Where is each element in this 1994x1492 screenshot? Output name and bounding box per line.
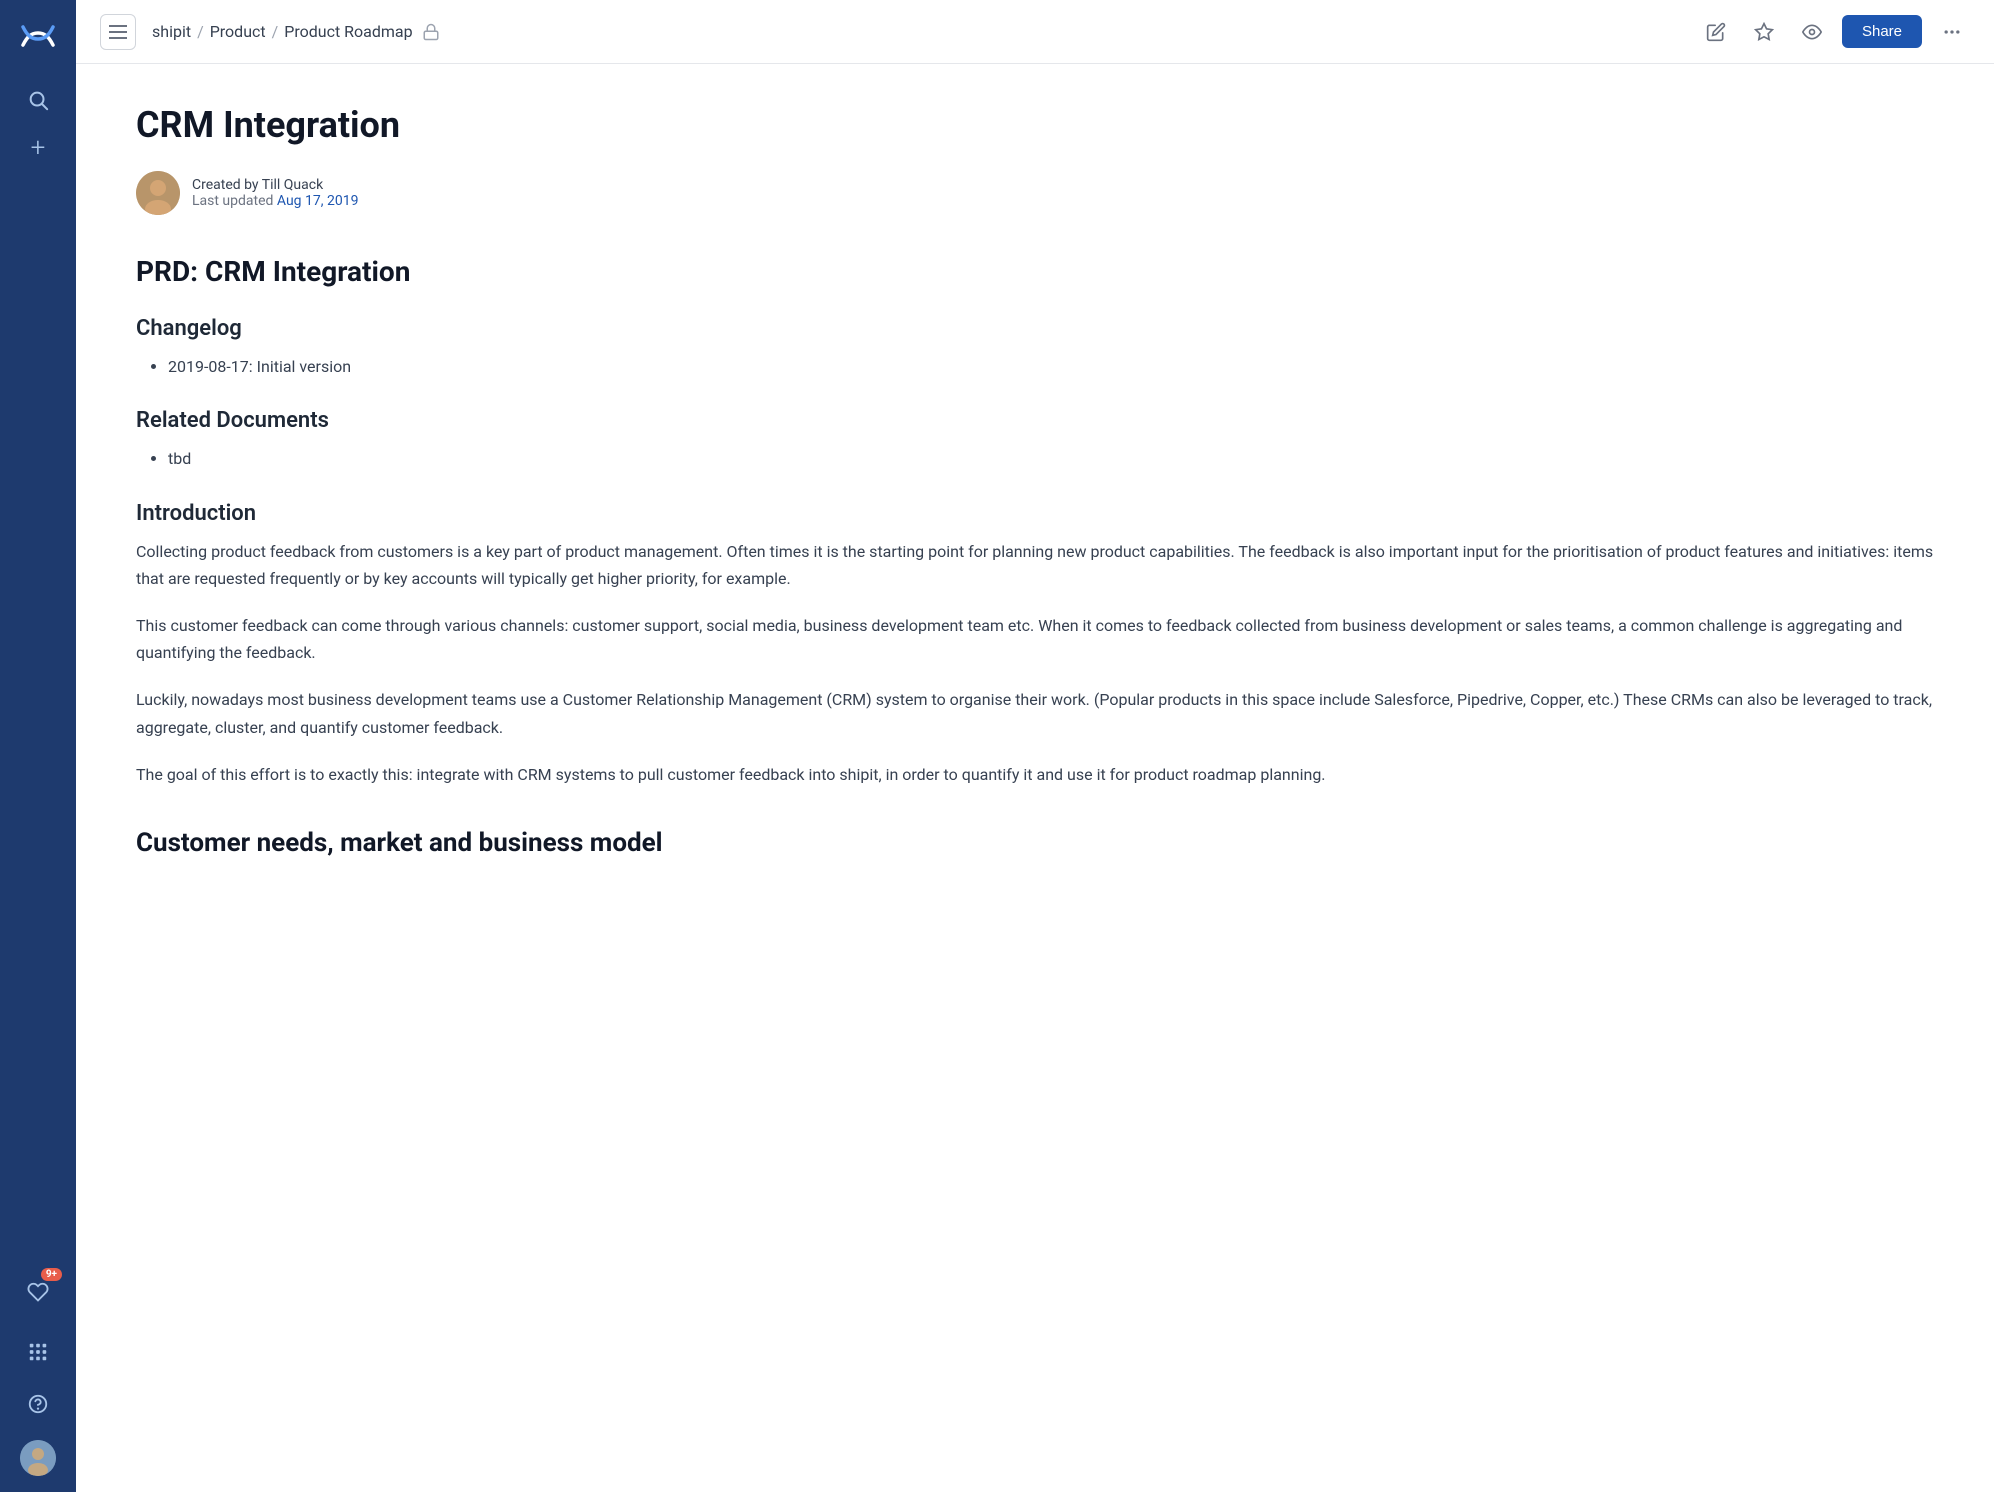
add-icon[interactable]: + [18,128,58,168]
intro-paragraph-4: The goal of this effort is to exactly th… [136,761,1934,788]
doc-section-introduction-heading: Introduction [136,501,1934,526]
page-title: CRM Integration [136,104,1934,147]
share-button[interactable]: Share [1842,15,1922,48]
intro-paragraph-3: Luckily, nowadays most business developm… [136,686,1934,740]
intro-paragraph-1: Collecting product feedback from custome… [136,538,1934,592]
menu-button[interactable] [100,14,136,50]
changelog-list: 2019-08-17: Initial version [168,353,1934,380]
doc-section-customer-needs-heading: Customer needs, market and business mode… [136,828,1934,858]
main-area: shipit / Product / Product Roadmap [76,0,1994,1492]
breadcrumb-sep-2: / [272,22,279,41]
topbar-actions: Share [1698,14,1970,50]
breadcrumb-shipit[interactable]: shipit [152,22,191,41]
avatar[interactable] [20,1440,56,1476]
watch-button[interactable] [1794,14,1830,50]
doc-section-prd-title: PRD: CRM Integration [136,255,1934,288]
intro-paragraph-2: This customer feedback can come through … [136,612,1934,666]
list-item: tbd [168,445,1934,472]
breadcrumb: shipit / Product / Product Roadmap [152,20,1698,44]
sidebar: + 9+ [0,0,76,1492]
meta-text: Created by Till Quack Last updated Aug 1… [192,177,358,209]
last-updated-row: Last updated Aug 17, 2019 [192,193,358,209]
author-name: Created by Till Quack [192,177,358,193]
doc-section-changelog-heading: Changelog [136,316,1934,341]
breadcrumb-product[interactable]: Product [210,22,266,41]
star-button[interactable] [1746,14,1782,50]
breadcrumb-sep-1: / [197,22,204,41]
author-avatar [136,171,180,215]
avatar-image [136,171,180,215]
edit-button[interactable] [1698,14,1734,50]
more-button[interactable] [1934,14,1970,50]
apps-icon[interactable] [18,1332,58,1372]
help-icon[interactable] [18,1384,58,1424]
notification-badge: 9+ [41,1268,62,1281]
topbar: shipit / Product / Product Roadmap [76,0,1994,64]
sidebar-logo[interactable] [18,16,58,56]
related-docs-list: tbd [168,445,1934,472]
notifications-wrapper: 9+ [18,1272,58,1320]
lock-icon[interactable] [419,20,443,44]
list-item: 2019-08-17: Initial version [168,353,1934,380]
last-updated-label: Last updated [192,193,277,209]
page-meta: Created by Till Quack Last updated Aug 1… [136,171,1934,215]
search-icon[interactable] [18,80,58,120]
doc-section-related-heading: Related Documents [136,408,1934,433]
last-updated-date[interactable]: Aug 17, 2019 [277,193,359,209]
content-area: CRM Integration Created by Till Quack La… [76,64,1994,1492]
breadcrumb-product-roadmap[interactable]: Product Roadmap [284,22,412,41]
